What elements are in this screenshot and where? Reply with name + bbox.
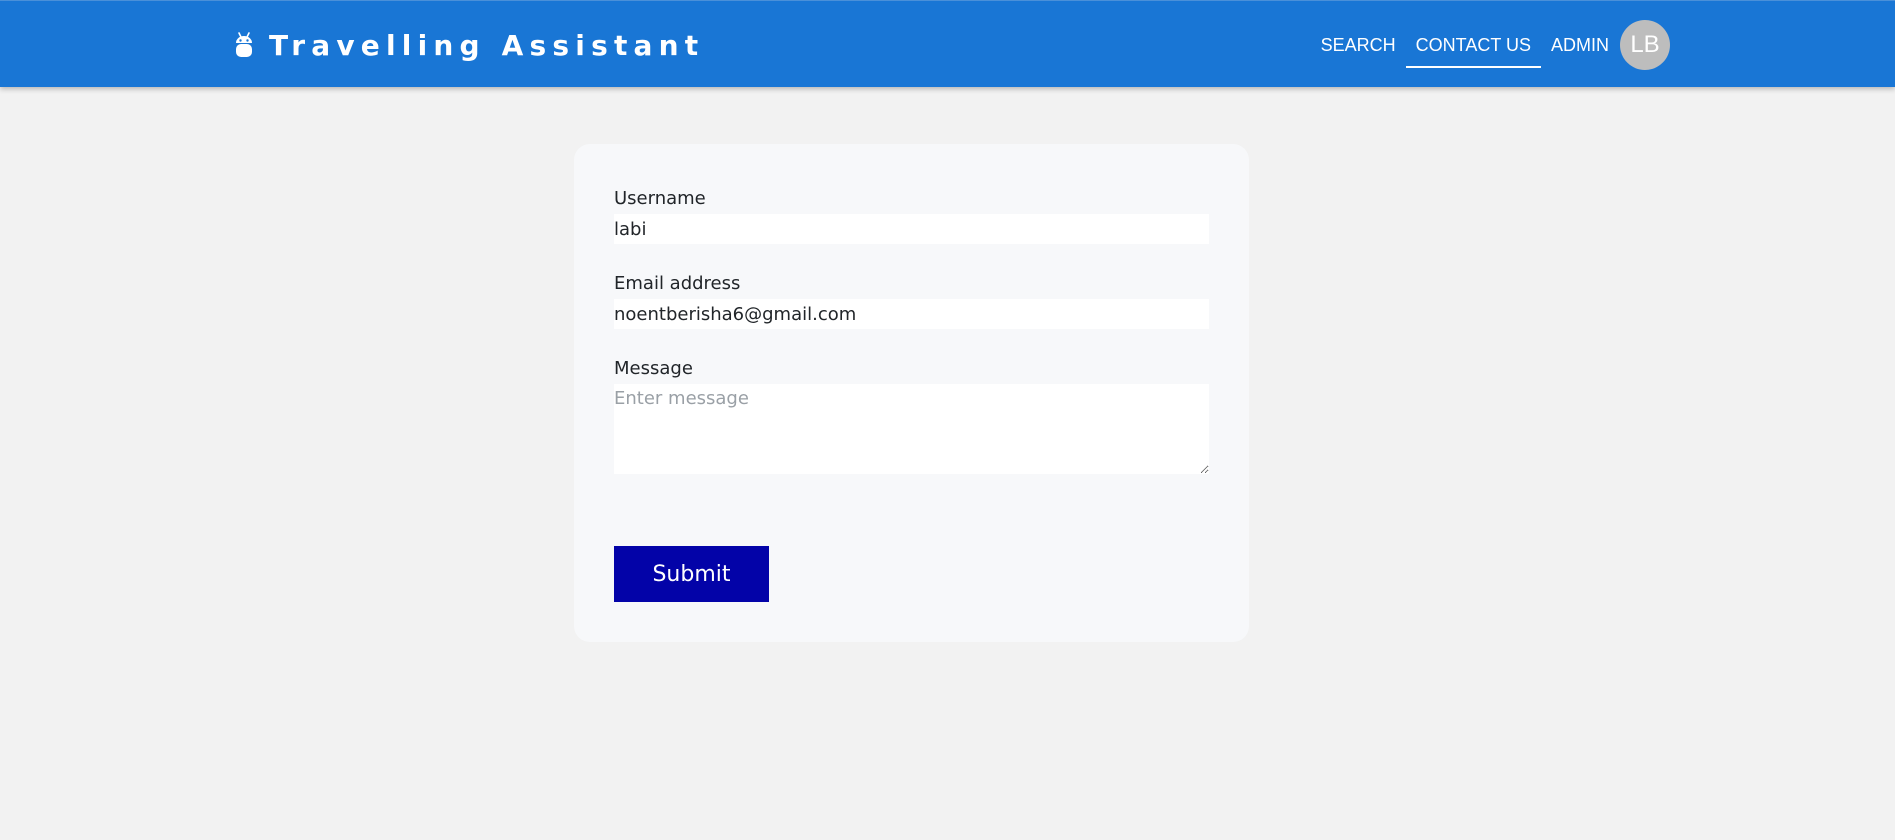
brand[interactable]: Travelling Assistant xyxy=(233,27,704,63)
contact-form-card: Username Email address Message Submit xyxy=(574,144,1249,642)
submit-button[interactable]: Submit xyxy=(614,546,769,602)
avatar[interactable]: LB xyxy=(1620,19,1670,70)
message-textarea[interactable] xyxy=(614,384,1209,474)
username-label: Username xyxy=(614,188,706,209)
email-field[interactable] xyxy=(614,299,1209,329)
android-icon xyxy=(233,30,255,60)
message-label: Message xyxy=(614,358,693,379)
nav-link-admin[interactable]: ADMIN xyxy=(1541,22,1619,68)
nav-link-contact-us[interactable]: CONTACT US xyxy=(1405,22,1541,68)
username-field[interactable] xyxy=(614,214,1209,244)
brand-title: Travelling Assistant xyxy=(269,28,705,62)
nav-links: SEARCH CONTACT US ADMIN LB xyxy=(1311,1,1670,88)
top-navbar: Travelling Assistant SEARCH CONTACT US A… xyxy=(0,0,1895,87)
nav-link-search[interactable]: SEARCH xyxy=(1311,22,1406,68)
email-label: Email address xyxy=(614,273,741,294)
